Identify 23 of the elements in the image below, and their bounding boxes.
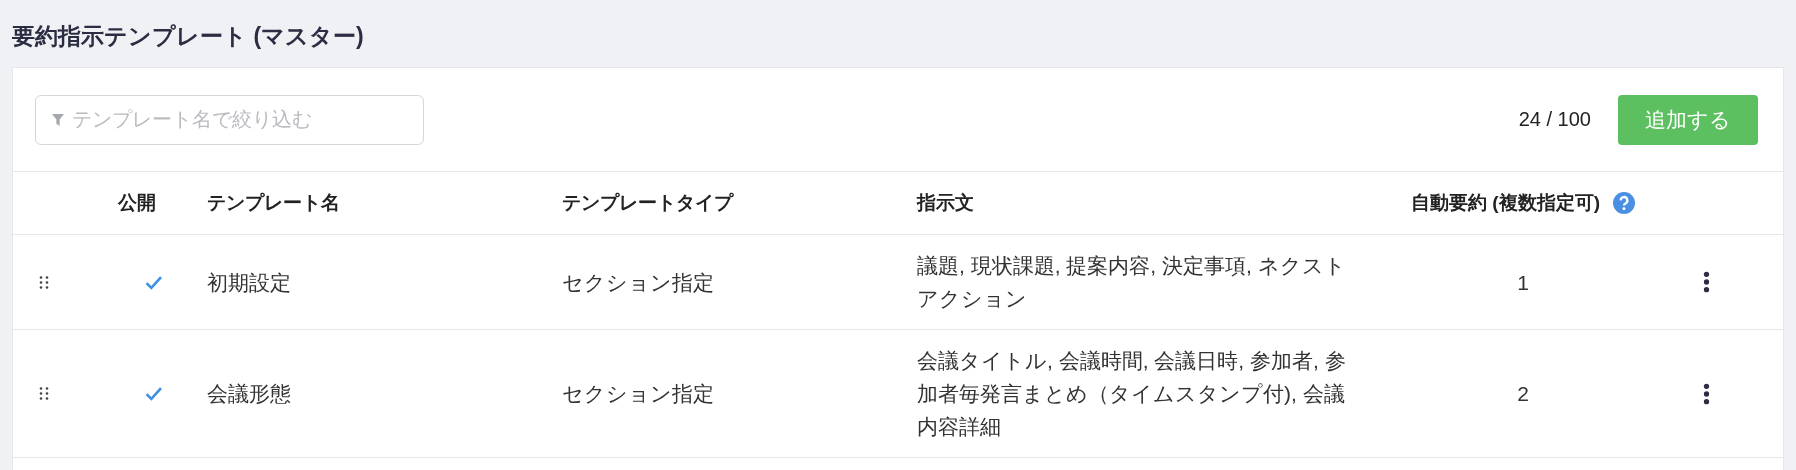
column-header: 指示文 (915, 191, 975, 215)
drag-handle-icon[interactable] (39, 273, 49, 291)
more-options-icon[interactable] (1703, 271, 1710, 293)
table-cell-text: 議題, 現状課題, 提案内容, 決定事項, ネクストアクション (917, 253, 1347, 312)
column-header: テンプレート名 (206, 191, 341, 215)
table-cell-text: セクション指定 (561, 381, 715, 407)
drag-handle-icon[interactable] (39, 385, 49, 402)
more-options-icon[interactable] (1703, 382, 1710, 405)
table-cell-text: 2 (1517, 381, 1529, 407)
filter-icon (52, 113, 64, 127)
column-header: 公開 (117, 191, 157, 215)
filter-field[interactable]: テンプレート名で絞り込む (35, 94, 424, 145)
add-button[interactable]: 追加する (1618, 94, 1758, 145)
table-cell-text: 会議タイトル, 会議時間, 会議日時, 参加者, 参加者毎発言まとめ（タイムスタンプ付), 会議内容詳細 (917, 348, 1347, 440)
table-cell-text: 会議形態 (206, 381, 292, 407)
column-header: 自動要約 (複数指定可) (1411, 191, 1600, 215)
table-cell-text: 初期設定 (206, 269, 292, 296)
template-count: 24 / 100 (1518, 108, 1591, 131)
column-header: テンプレートタイプ (561, 191, 735, 215)
help-icon[interactable] (1612, 192, 1635, 214)
page-title: 要約指示テンプレート (マスター) (12, 22, 364, 51)
table-cell-text: 1 (1517, 269, 1529, 296)
table-cell-text: セクション指定 (561, 269, 715, 296)
